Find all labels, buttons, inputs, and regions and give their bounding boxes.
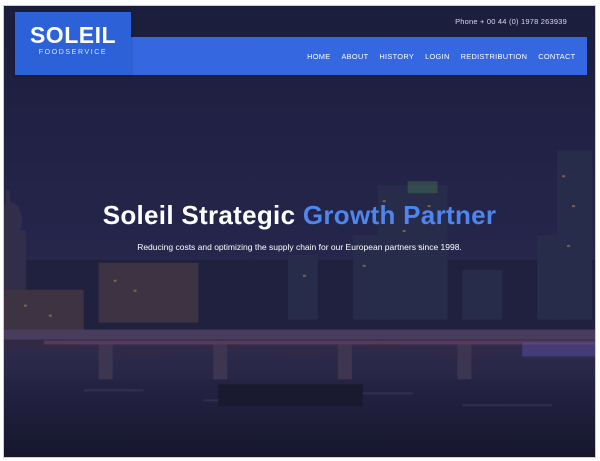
nav-item-login[interactable]: LOGIN: [420, 52, 456, 61]
phone-number[interactable]: Phone + 00 44 (0) 1978 263939: [455, 17, 567, 26]
logo-tagline: FOODSERVICE: [38, 49, 108, 56]
logo-wordmark: SOLEIL: [29, 22, 117, 48]
hero-title-accent: Growth Partner: [302, 200, 497, 230]
nav-item-history[interactable]: HISTORY: [374, 52, 420, 61]
site-logo[interactable]: SOLEIL FOODSERVICE: [15, 12, 131, 75]
nav-menu: HOME ABOUT HISTORY LOGIN REDISTRIBUTION …: [302, 37, 581, 75]
hero-title-primary: Soleil Strategic: [102, 200, 296, 230]
hero-title: Soleil Strategic Growth Partner: [4, 202, 595, 228]
nav-item-redistribution[interactable]: REDISTRIBUTION: [455, 52, 533, 61]
page-viewport: Phone + 00 44 (0) 1978 263939 HOME ABOUT…: [3, 5, 596, 458]
nav-item-contact[interactable]: CONTACT: [533, 52, 581, 61]
nav-item-home[interactable]: HOME: [302, 52, 336, 61]
nav-item-about[interactable]: ABOUT: [336, 52, 374, 61]
hero-subtitle: Reducing costs and optimizing the supply…: [137, 242, 462, 252]
main-navigation: HOME ABOUT HISTORY LOGIN REDISTRIBUTION …: [131, 37, 587, 75]
